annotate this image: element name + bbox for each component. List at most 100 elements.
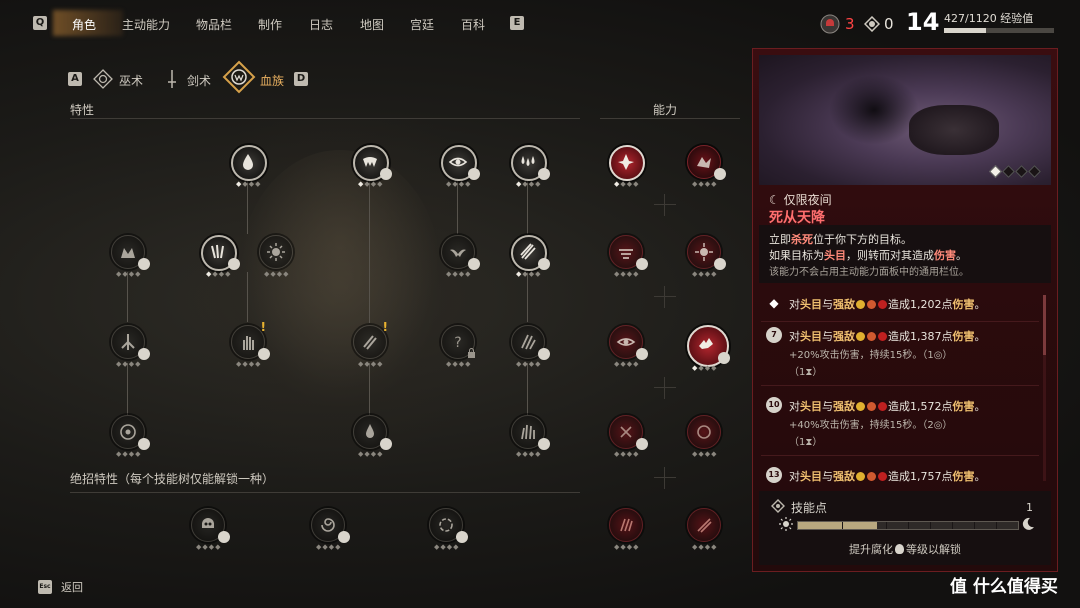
ultimate-node-swirl[interactable]: ◆◆◆◆ <box>308 505 350 551</box>
mana-icon <box>863 15 881 35</box>
tab-encyclopedia[interactable]: 百科 <box>461 16 485 33</box>
key-hint-esc: Esc <box>38 580 52 594</box>
rank-row: 13 对头目与强敌 造成1,757点伤害。 <box>761 467 1039 485</box>
rank-cooldown: （1⧗） <box>789 437 823 448</box>
rank-list-scrollbar[interactable] <box>1043 295 1046 481</box>
desc-line-2: 如果目标为头目，则转而对其造成伤害。 <box>769 249 967 262</box>
trait-node-claws[interactable]: ◆◆◆◆ <box>198 232 240 278</box>
ultimate-node-claw-red[interactable]: ◆◆◆◆ <box>606 505 646 551</box>
tab-character[interactable]: 角色 <box>72 16 96 33</box>
ability-node-blood-rite[interactable]: ◆◆◆◆ <box>606 412 648 458</box>
tab-inventory[interactable]: 物品栏 <box>196 16 232 33</box>
trait-node-slash[interactable]: ◆◆◆◆ <box>508 232 550 278</box>
fury-icon <box>618 154 634 170</box>
ability-node-blood-orb[interactable]: ◆◆◆◆ <box>684 412 724 458</box>
skull-badge-icon <box>636 438 648 450</box>
ability-node-fury[interactable]: ◆◆◆◆ <box>606 142 646 188</box>
vampire-fangs-icon <box>222 60 256 94</box>
tab-active-abilities[interactable]: 主动能力 <box>122 16 170 33</box>
tree-connector <box>369 363 370 415</box>
badge-icon <box>258 348 270 360</box>
trait-node-sun[interactable]: ◆◆◆◆ <box>256 232 296 278</box>
trait-node-beast[interactable]: ◆◆◆◆ <box>108 232 150 278</box>
ultimate-node-vortex[interactable]: ◆◆◆◆ <box>426 505 468 551</box>
skill-points-label: 技能点 <box>791 501 828 515</box>
trait-node-drops[interactable]: ◆◆◆◆ <box>350 412 392 458</box>
key-hint-d: D <box>294 72 308 86</box>
moon-icon <box>1022 517 1034 530</box>
tab-journal[interactable]: 日志 <box>309 16 333 33</box>
trait-node-bat[interactable]: ◆◆◆◆ <box>438 232 480 278</box>
badge-icon <box>138 438 150 450</box>
bat-icon <box>450 249 466 257</box>
trait-node-locked[interactable]: ? ◆◆◆◆ <box>438 322 478 368</box>
howl-icon <box>697 157 711 168</box>
ability-node-death-from-above[interactable]: ◆◆◆◆ <box>684 322 730 372</box>
tab-court[interactable]: 宫廷 <box>410 16 434 33</box>
exp-bar-fill <box>944 28 986 33</box>
rank-text: 对头目与强敌 造成1,757点伤害。 <box>789 470 986 483</box>
ultimate-node-skull[interactable]: ◆◆◆◆ <box>188 505 230 551</box>
skull-badge-icon <box>714 258 726 270</box>
skull-icon <box>202 518 214 528</box>
skull-badge-icon <box>636 348 648 360</box>
badge-icon <box>538 438 550 450</box>
rend-icon <box>521 334 536 350</box>
slash-red-icon <box>697 518 712 533</box>
trait-node-fangs[interactable]: ◆◆◆◆ <box>350 142 392 188</box>
unlock-hint: 提升腐化 等级以解锁 <box>849 543 961 556</box>
grasp-icon <box>521 424 535 440</box>
badge-icon <box>138 348 150 360</box>
back-button[interactable]: 返回 <box>61 579 83 595</box>
badge-icon <box>380 438 392 450</box>
tree-connector <box>527 363 528 415</box>
abilities-section-label: 能力 <box>653 103 678 117</box>
mana-count: 0 <box>884 15 894 33</box>
ability-grid-marker <box>654 286 676 308</box>
tree-connector <box>127 363 128 415</box>
trait-node-hand[interactable]: ! ◆◆◆◆ <box>228 320 270 368</box>
ability-grid-marker <box>654 377 676 399</box>
badge-icon <box>718 352 730 364</box>
tab-map[interactable]: 地图 <box>360 16 384 33</box>
preview-pagination[interactable] <box>987 165 1041 179</box>
blood-drop-icon <box>243 154 253 170</box>
tree-connector <box>369 178 370 323</box>
skull-badge-icon <box>636 258 648 270</box>
burst-icon <box>695 243 713 261</box>
ability-node-howl[interactable]: ◆◆◆◆ <box>684 142 726 188</box>
svg-text:?: ? <box>454 335 461 351</box>
ability-node-burst[interactable]: ◆◆◆◆ <box>684 232 726 278</box>
exp-text: 427/1120 经验值 <box>944 12 1034 25</box>
trait-node-grasp[interactable]: ◆◆◆◆ <box>508 412 550 458</box>
ability-node-mist[interactable]: ◆◆◆◆ <box>606 232 648 278</box>
tree-tab-sorcery-label: 巫术 <box>119 74 144 88</box>
trait-node-eye-sigil[interactable]: ◆◆◆◆ <box>108 412 150 458</box>
sun-icon <box>779 517 793 531</box>
sigil-icon <box>120 424 136 440</box>
slash-icon <box>520 243 536 260</box>
blood-orb-icon <box>697 425 711 439</box>
trait-node-bleed[interactable]: ◆◆◆◆ <box>508 142 550 188</box>
trait-node-scratch[interactable]: ! ◆◆◆◆ <box>350 320 390 368</box>
traits-divider <box>70 118 580 119</box>
swirl-icon <box>321 518 335 532</box>
trait-node-blood-drop[interactable]: ◆◆◆◆ <box>228 142 268 188</box>
rank-text: 对头目与强敌 造成1,387点伤害。 <box>789 330 986 343</box>
trait-node-roots[interactable]: ◆◆◆◆ <box>108 322 150 368</box>
mist-icon <box>619 249 633 259</box>
roots-icon <box>121 334 135 350</box>
ability-node-gaze[interactable]: ◆◆◆◆ <box>606 322 648 368</box>
trait-node-rend[interactable]: ◆◆◆◆ <box>508 322 550 368</box>
drops-icon <box>366 424 374 438</box>
tab-crafting[interactable]: 制作 <box>258 16 282 33</box>
scratch-icon <box>363 335 377 350</box>
ultimate-node-slash-red[interactable]: ◆◆◆◆ <box>684 505 724 551</box>
badge-icon <box>538 168 550 180</box>
ultimate-divider <box>70 492 580 493</box>
corruption-icon <box>895 544 904 554</box>
skull-icon <box>820 14 840 37</box>
trait-node-eye[interactable]: ◆◆◆◆ <box>438 142 480 188</box>
rank-level-icon: 10 <box>766 397 782 413</box>
blood-rite-icon <box>620 426 632 438</box>
